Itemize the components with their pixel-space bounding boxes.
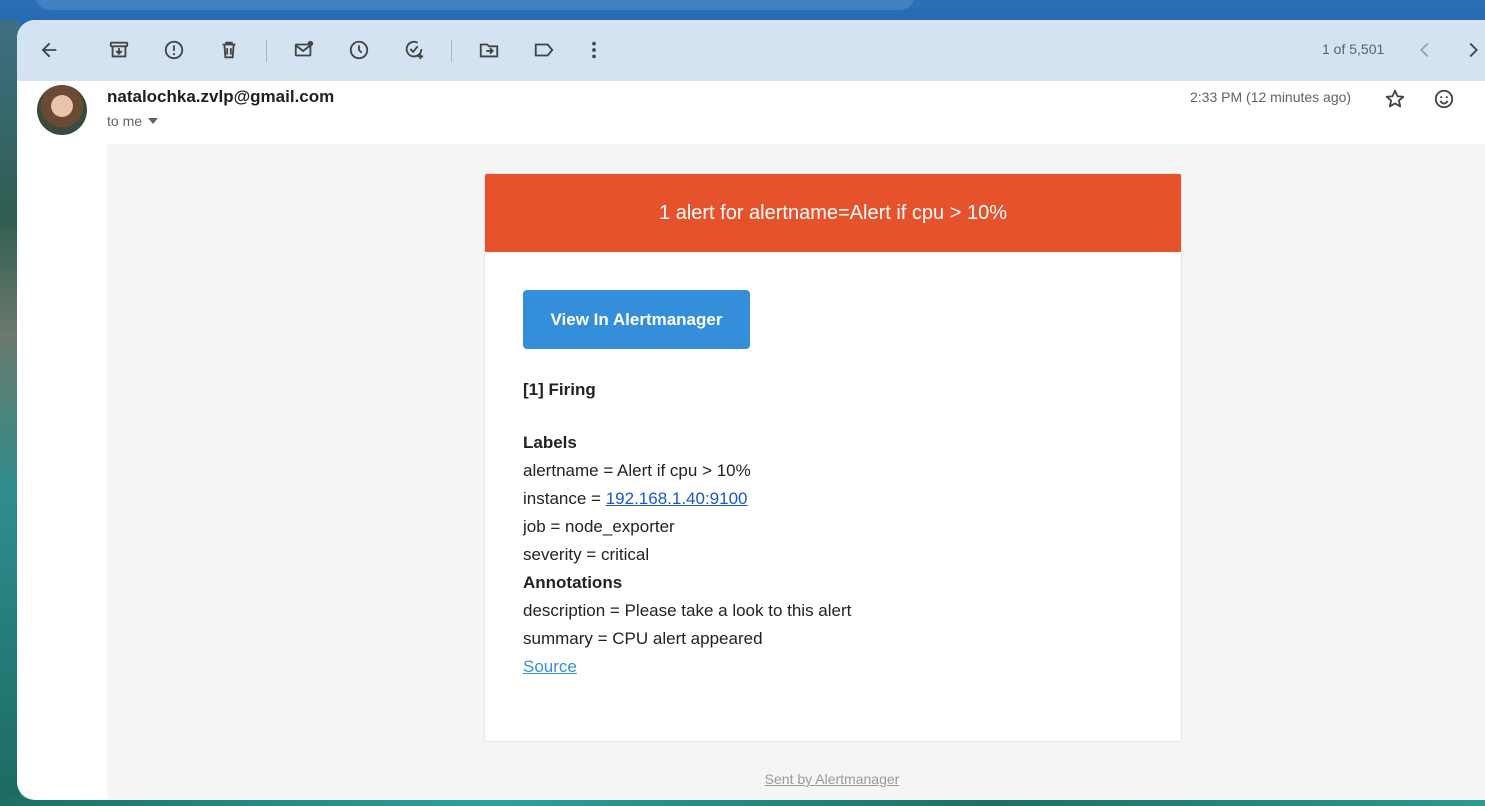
move-to-folder-icon xyxy=(479,43,499,58)
email-body: 1 alert for alertname=Alert if cpu > 10%… xyxy=(107,144,1485,800)
message-header: natalochka.zvlp@gmail.com to me 2:33 PM … xyxy=(17,81,1485,147)
label-alertname: alertname = Alert if cpu > 10% xyxy=(523,461,751,480)
annotation-description: description = Please take a look to this… xyxy=(523,601,852,620)
arrow-left-icon xyxy=(41,42,57,58)
add-task-icon xyxy=(405,40,424,60)
next-email-button[interactable] xyxy=(1457,34,1485,66)
source-link[interactable]: Source xyxy=(523,657,577,676)
instance-link[interactable]: 192.168.1.40:9100 xyxy=(606,489,748,508)
source-row: Source xyxy=(523,653,851,681)
emoji-icon xyxy=(1434,89,1454,109)
clock-icon xyxy=(349,40,369,60)
delete-button[interactable] xyxy=(213,34,245,66)
archive-button[interactable] xyxy=(103,34,135,66)
caret-down-icon xyxy=(148,118,159,124)
avatar[interactable] xyxy=(37,85,87,135)
label-instance: instance = 192.168.1.40:9100 xyxy=(523,485,851,513)
sent-by-link[interactable]: Sent by Alertmanager xyxy=(765,771,900,787)
label-icon xyxy=(534,43,554,57)
email-footer: Sent by Alertmanager xyxy=(107,771,1485,787)
mark-unread-button[interactable] xyxy=(288,34,320,66)
report-spam-button[interactable] xyxy=(158,34,190,66)
label-job: job = node_exporter xyxy=(523,517,675,536)
footer-prefix: Sent by xyxy=(764,771,816,787)
alert-header: 1 alert for alertname=Alert if cpu > 10% xyxy=(485,174,1181,252)
annotation-summary: summary = CPU alert appeared xyxy=(523,629,763,648)
chevron-left-icon xyxy=(1420,42,1429,58)
message-timestamp: 2:33 PM (12 minutes ago) xyxy=(1190,89,1352,105)
recipient-details-toggle[interactable]: to me xyxy=(107,113,159,129)
email-toolbar: 1 of 5,501 xyxy=(17,20,1485,81)
toolbar-divider xyxy=(266,40,267,62)
archive-icon xyxy=(109,41,129,58)
snooze-button[interactable] xyxy=(343,34,375,66)
previous-email-button[interactable] xyxy=(1409,34,1441,66)
instance-prefix: instance = xyxy=(523,489,606,508)
add-task-button[interactable] xyxy=(398,34,430,66)
view-in-alertmanager-button[interactable]: View In Alertmanager xyxy=(523,290,750,349)
sender-email[interactable]: natalochka.zvlp@gmail.com xyxy=(107,87,334,107)
label-severity: severity = critical xyxy=(523,545,650,564)
recipient-label: to me xyxy=(107,113,143,129)
label-button[interactable] xyxy=(528,34,560,66)
labels-heading: Labels xyxy=(523,433,577,452)
more-options-button[interactable] xyxy=(578,34,610,66)
back-button[interactable] xyxy=(33,34,65,66)
chevron-right-icon xyxy=(1469,42,1478,58)
browser-search-bar[interactable] xyxy=(35,0,915,10)
add-reaction-button[interactable] xyxy=(1430,85,1458,113)
report-spam-icon xyxy=(164,40,184,60)
trash-icon xyxy=(222,41,236,59)
email-window: 1 of 5,501 natalochka.zvlp@gmail.com to … xyxy=(17,20,1485,800)
firing-heading: [1] Firing xyxy=(523,380,596,399)
more-vertical-icon xyxy=(592,41,596,59)
move-to-button[interactable] xyxy=(473,34,505,66)
mark-unread-icon xyxy=(294,40,314,57)
annotations-heading: Annotations xyxy=(523,573,623,592)
footer-link-text: Alertmanager xyxy=(815,771,900,787)
pagination-count: 1 of 5,501 xyxy=(1322,41,1385,57)
star-button[interactable] xyxy=(1381,85,1409,113)
alert-details: [1] Firing Labels alertname = Alert if c… xyxy=(523,376,851,681)
star-icon xyxy=(1385,89,1405,108)
alert-card: 1 alert for alertname=Alert if cpu > 10%… xyxy=(484,173,1182,742)
toolbar-divider xyxy=(451,40,452,62)
